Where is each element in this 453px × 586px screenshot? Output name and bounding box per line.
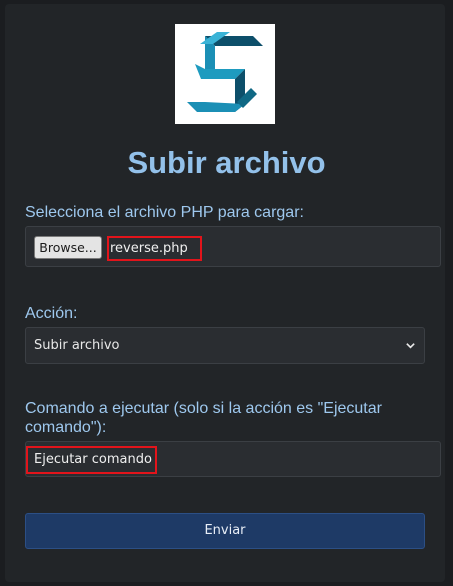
submit-button[interactable]: Enviar <box>25 513 425 549</box>
chevron-down-icon <box>406 343 415 349</box>
action-label: Acción: <box>25 305 78 322</box>
action-select-value: Subir archivo <box>34 338 120 353</box>
file-input[interactable]: Browse... reverse.php <box>25 226 441 267</box>
command-input[interactable]: Ejecutar comando <box>25 441 441 477</box>
command-input-value: Ejecutar comando <box>26 446 157 474</box>
page: Subir archivo Selecciona el archivo PHP … <box>0 0 453 586</box>
browse-button[interactable]: Browse... <box>34 236 102 259</box>
selected-file-name: reverse.php <box>107 236 202 261</box>
logo-icon <box>187 32 263 112</box>
selected-file-text: reverse.php <box>110 241 188 256</box>
command-label: Comando a ejecutar (solo si la acción es… <box>25 400 382 436</box>
logo <box>175 24 275 124</box>
action-select[interactable]: Subir archivo <box>25 327 425 364</box>
file-label: Selecciona el archivo PHP para cargar: <box>25 204 304 221</box>
page-title: Subir archivo <box>127 145 326 180</box>
